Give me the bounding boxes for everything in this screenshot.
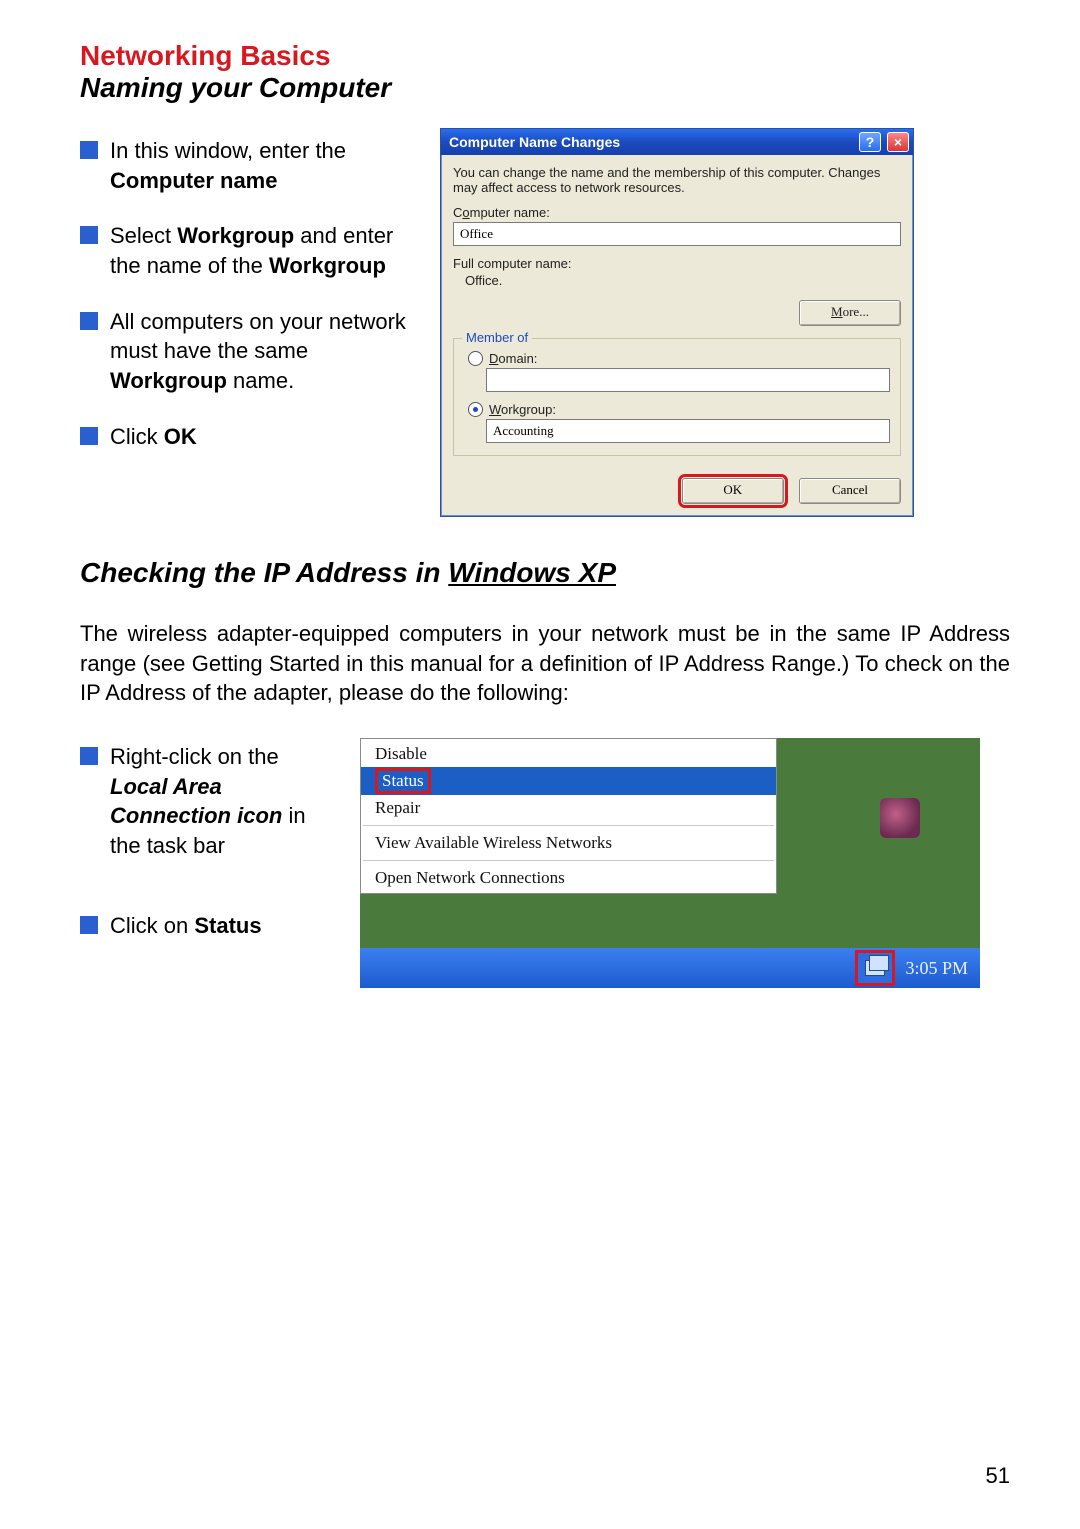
status-highlight: Status [375,768,431,794]
member-of-legend: Member of [462,330,532,345]
list-item: Right-click on the Local Area Connection… [80,742,340,861]
square-bullet-icon [80,226,98,244]
bullet-bold-italic: Local Area Connection icon [110,774,282,829]
ok-button[interactable]: OK [682,478,784,504]
dialog-description: You can change the name and the membersh… [453,165,901,195]
domain-input[interactable] [486,368,890,392]
taskbar: 3:05 PM [360,948,980,988]
menu-separator [363,825,774,826]
computer-name-label: Computer name: [453,205,901,220]
bullet-bold: Workgroup [269,253,386,278]
network-icon [865,960,885,976]
page-number: 51 [986,1463,1010,1489]
list-item: Click on Status [80,911,340,941]
list-item: In this window, enter the Computer name [80,136,420,195]
workgroup-input[interactable] [486,419,890,443]
list-item: Click OK [80,422,420,452]
bullet-bold: Workgroup [177,223,294,248]
bullet-bold: OK [164,424,197,449]
taskbar-screenshot: Disable Status Repair View Available Wir… [360,738,980,988]
bullet-text: Click [110,424,164,449]
full-computer-name-value: Office. [453,273,901,288]
bullet-bold: Computer name [110,168,277,193]
bullet-text: All computers on your network must have … [110,309,406,364]
cancel-button[interactable]: Cancel [799,478,901,504]
square-bullet-icon [80,427,98,445]
bullet-text: In this window, enter the [110,138,346,163]
bullet-text: Click on [110,913,194,938]
full-computer-name-label: Full computer name: [453,256,901,271]
bullet-text: name. [227,368,294,393]
member-of-group: Member of Domain: Workgroup: [453,338,901,456]
square-bullet-icon [80,747,98,765]
square-bullet-icon [80,312,98,330]
bullet-bold: Workgroup [110,368,227,393]
computer-name-input[interactable] [453,222,901,246]
taskbar-clock: 3:05 PM [905,958,968,979]
bullet-text: Right-click on the [110,744,279,769]
help-button[interactable]: ? [859,132,881,152]
list-item: All computers on your network must have … [80,307,420,396]
domain-radio[interactable] [468,351,483,366]
workgroup-radio-label[interactable]: Workgroup: [489,402,556,417]
domain-radio-label[interactable]: Domain: [489,351,537,366]
list-item: Select Workgroup and enter the name of t… [80,221,420,280]
menu-item-repair[interactable]: Repair [361,795,776,821]
more-button[interactable]: More... [799,300,901,326]
bullet-text: Select [110,223,177,248]
bullet-bold: Status [194,913,261,938]
paragraph: The wireless adapter-equipped computers … [80,619,1010,708]
desktop-object-icon [880,798,920,838]
dialog-title: Computer Name Changes [449,134,853,150]
menu-item-view-networks[interactable]: View Available Wireless Networks [361,830,776,856]
close-button[interactable]: × [887,132,909,152]
section-subtitle-1: Naming your Computer [80,72,1010,104]
section-heading: Networking Basics [80,40,1010,72]
menu-separator [363,860,774,861]
menu-item-open-connections[interactable]: Open Network Connections [361,865,776,891]
computer-name-dialog: Computer Name Changes ? × You can change… [440,128,914,517]
network-tray-icon[interactable] [855,950,895,986]
square-bullet-icon [80,916,98,934]
dialog-titlebar[interactable]: Computer Name Changes ? × [441,129,913,155]
bullet-list-1: In this window, enter the Computer name … [80,128,420,478]
section-subtitle-2: Checking the IP Address in Windows XP [80,557,1010,589]
bullet-list-2: Right-click on the Local Area Connection… [80,738,340,966]
menu-item-disable[interactable]: Disable [361,741,776,767]
square-bullet-icon [80,141,98,159]
workgroup-radio[interactable] [468,402,483,417]
menu-item-status[interactable]: Status [361,767,776,795]
context-menu: Disable Status Repair View Available Wir… [360,738,777,894]
